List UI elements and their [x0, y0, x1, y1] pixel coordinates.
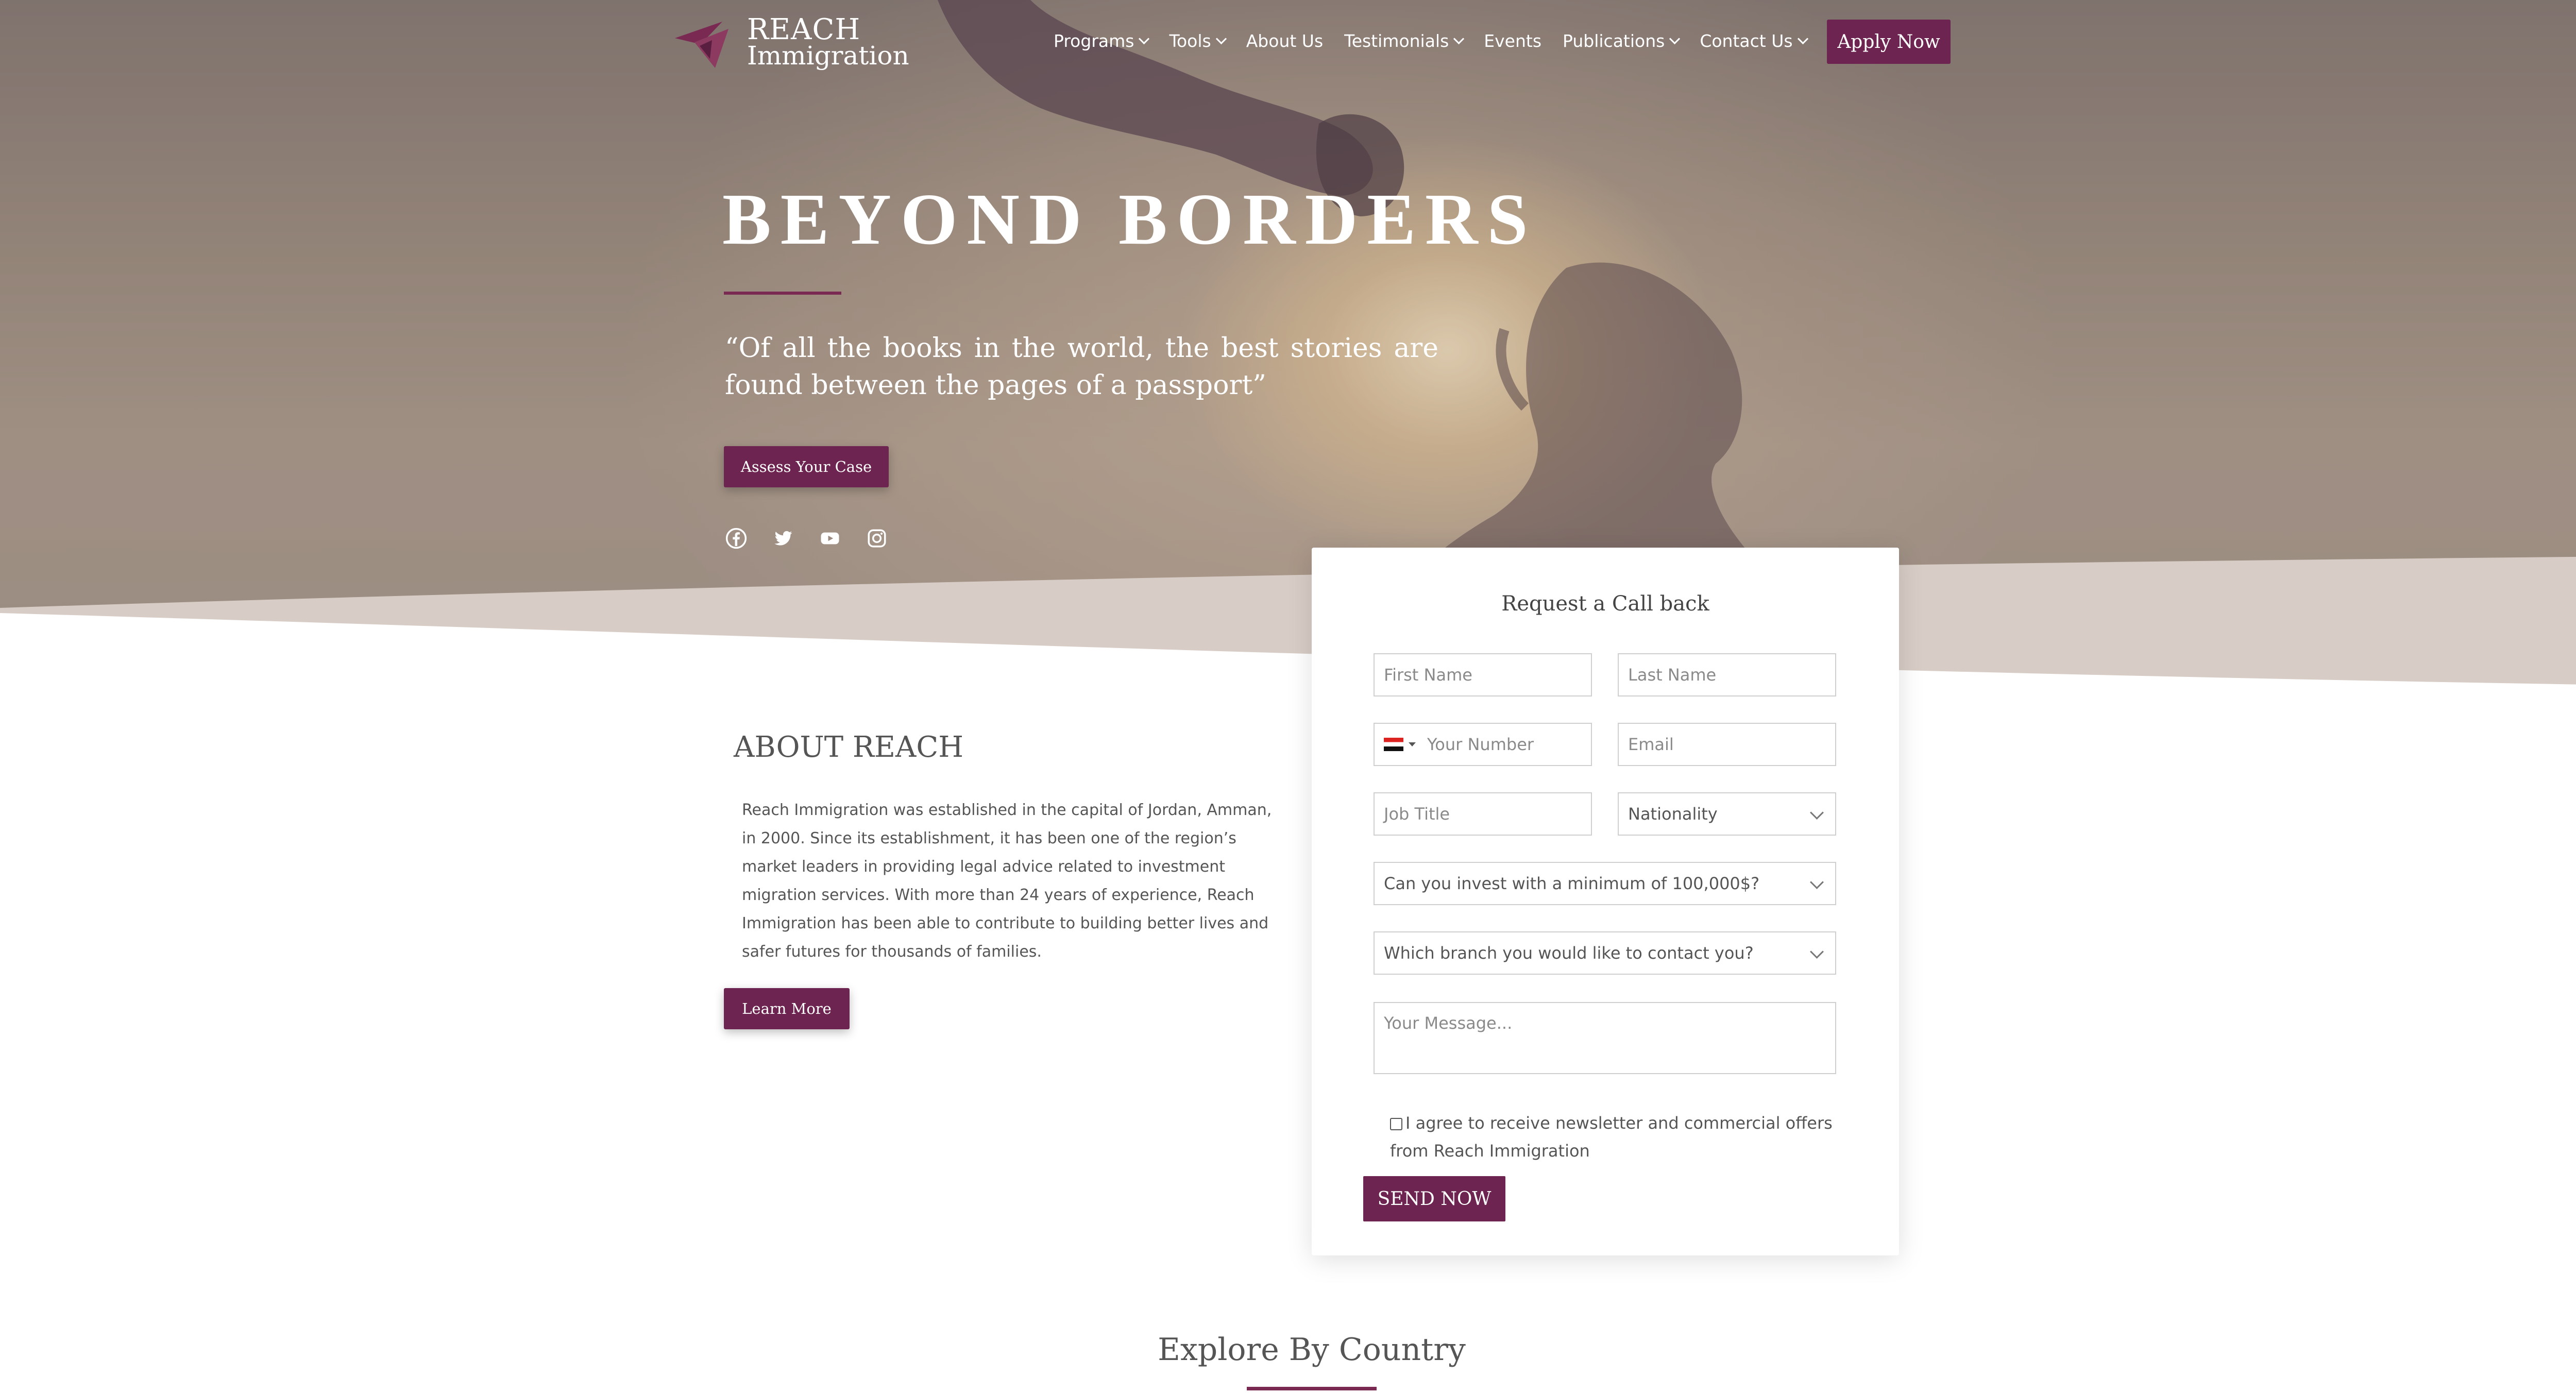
nav-label: Contact Us — [1700, 31, 1793, 51]
newsletter-consent-label: I agree to receive newsletter and commer… — [1390, 1113, 1833, 1161]
country-flag-icon[interactable] — [1384, 738, 1403, 751]
nav-item-events[interactable]: Events — [1484, 30, 1541, 53]
learn-more-button[interactable]: Learn More — [724, 988, 850, 1029]
message-textarea[interactable]: Your Message... — [1374, 1002, 1836, 1074]
brand-logo[interactable]: REACH Immigration — [675, 14, 909, 71]
chevron-down-icon — [1215, 33, 1227, 44]
twitter-icon[interactable] — [772, 528, 794, 549]
apply-now-button[interactable]: Apply Now — [1827, 20, 1951, 64]
newsletter-checkbox[interactable] — [1390, 1118, 1402, 1130]
first-name-placeholder: First Name — [1384, 665, 1472, 685]
send-now-button[interactable]: SEND NOW — [1363, 1176, 1505, 1221]
nav-item-about-us[interactable]: About Us — [1246, 30, 1323, 53]
investment-value: Can you invest with a minimum of 100,000… — [1384, 874, 1760, 893]
job-title-field[interactable]: Job Title — [1374, 792, 1592, 836]
last-name-field[interactable]: Last Name — [1618, 653, 1836, 696]
email-field[interactable]: Email — [1618, 723, 1836, 766]
phone-placeholder: Your Number — [1427, 735, 1534, 754]
nav-label: Tools — [1169, 31, 1211, 51]
hero-heading: BEYOND BORDERS — [722, 178, 1537, 260]
chevron-down-icon — [1810, 875, 1824, 889]
chevron-down-icon — [1810, 945, 1824, 959]
nationality-value: Nationality — [1628, 804, 1718, 824]
branch-value: Which branch you would like to contact y… — [1384, 943, 1754, 963]
chevron-down-icon — [1453, 33, 1465, 44]
nav-label: Testimonials — [1344, 31, 1449, 51]
caret-down-icon — [1409, 742, 1416, 746]
branch-select[interactable]: Which branch you would like to contact y… — [1374, 931, 1836, 975]
hero-quote: “Of all the books in the world, the best… — [725, 333, 1438, 401]
nav-label: Publications — [1563, 31, 1665, 51]
callback-form-card: Request a Call back First Name Last Name… — [1312, 548, 1899, 1255]
assess-your-case-button[interactable]: Assess Your Case — [724, 446, 889, 487]
callback-form-title: Request a Call back — [1501, 592, 1709, 616]
message-placeholder: Your Message... — [1384, 1013, 1513, 1033]
facebook-icon[interactable] — [725, 528, 747, 549]
logo-text-immigration: Immigration — [747, 41, 909, 71]
investment-select[interactable]: Can you invest with a minimum of 100,000… — [1374, 862, 1836, 905]
nav-label: About Us — [1246, 31, 1324, 51]
first-name-field[interactable]: First Name — [1374, 653, 1592, 696]
main-menu: Programs Tools About Us Testimonials Eve… — [1054, 30, 1872, 53]
chevron-down-icon — [1669, 33, 1681, 44]
hero-bottom-wave — [0, 556, 2576, 685]
email-placeholder: Email — [1628, 735, 1674, 754]
about-title: ABOUT REACH — [734, 731, 964, 764]
nav-item-publications[interactable]: Publications — [1563, 30, 1681, 53]
chevron-down-icon — [1139, 33, 1150, 44]
about-text: Reach Immigration was established in the… — [742, 801, 1272, 961]
job-title-placeholder: Job Title — [1384, 804, 1450, 824]
hero-heading-underline — [724, 292, 841, 295]
youtube-icon[interactable] — [819, 528, 841, 549]
nationality-select[interactable]: Nationality — [1618, 792, 1836, 836]
last-name-placeholder: Last Name — [1628, 665, 1717, 685]
nav-item-tools[interactable]: Tools — [1169, 30, 1227, 53]
nav-item-programs[interactable]: Programs — [1054, 30, 1150, 53]
chevron-down-icon — [1797, 33, 1808, 44]
explore-title: Explore By Country — [1158, 1332, 1466, 1368]
top-navigation: REACH Immigration Programs Tools About U… — [0, 0, 2576, 82]
explore-title-underline — [1247, 1387, 1377, 1390]
newsletter-consent: I agree to receive newsletter and commer… — [1390, 1109, 1849, 1165]
nav-item-testimonials[interactable]: Testimonials — [1344, 30, 1465, 53]
logo-icon — [675, 22, 728, 68]
instagram-icon[interactable] — [866, 528, 888, 549]
phone-field[interactable]: Your Number — [1374, 723, 1592, 766]
chevron-down-icon — [1810, 806, 1824, 820]
nav-label: Events — [1484, 31, 1542, 51]
nav-item-contact-us[interactable]: Contact Us — [1700, 30, 1808, 53]
nav-label: Programs — [1054, 31, 1134, 51]
